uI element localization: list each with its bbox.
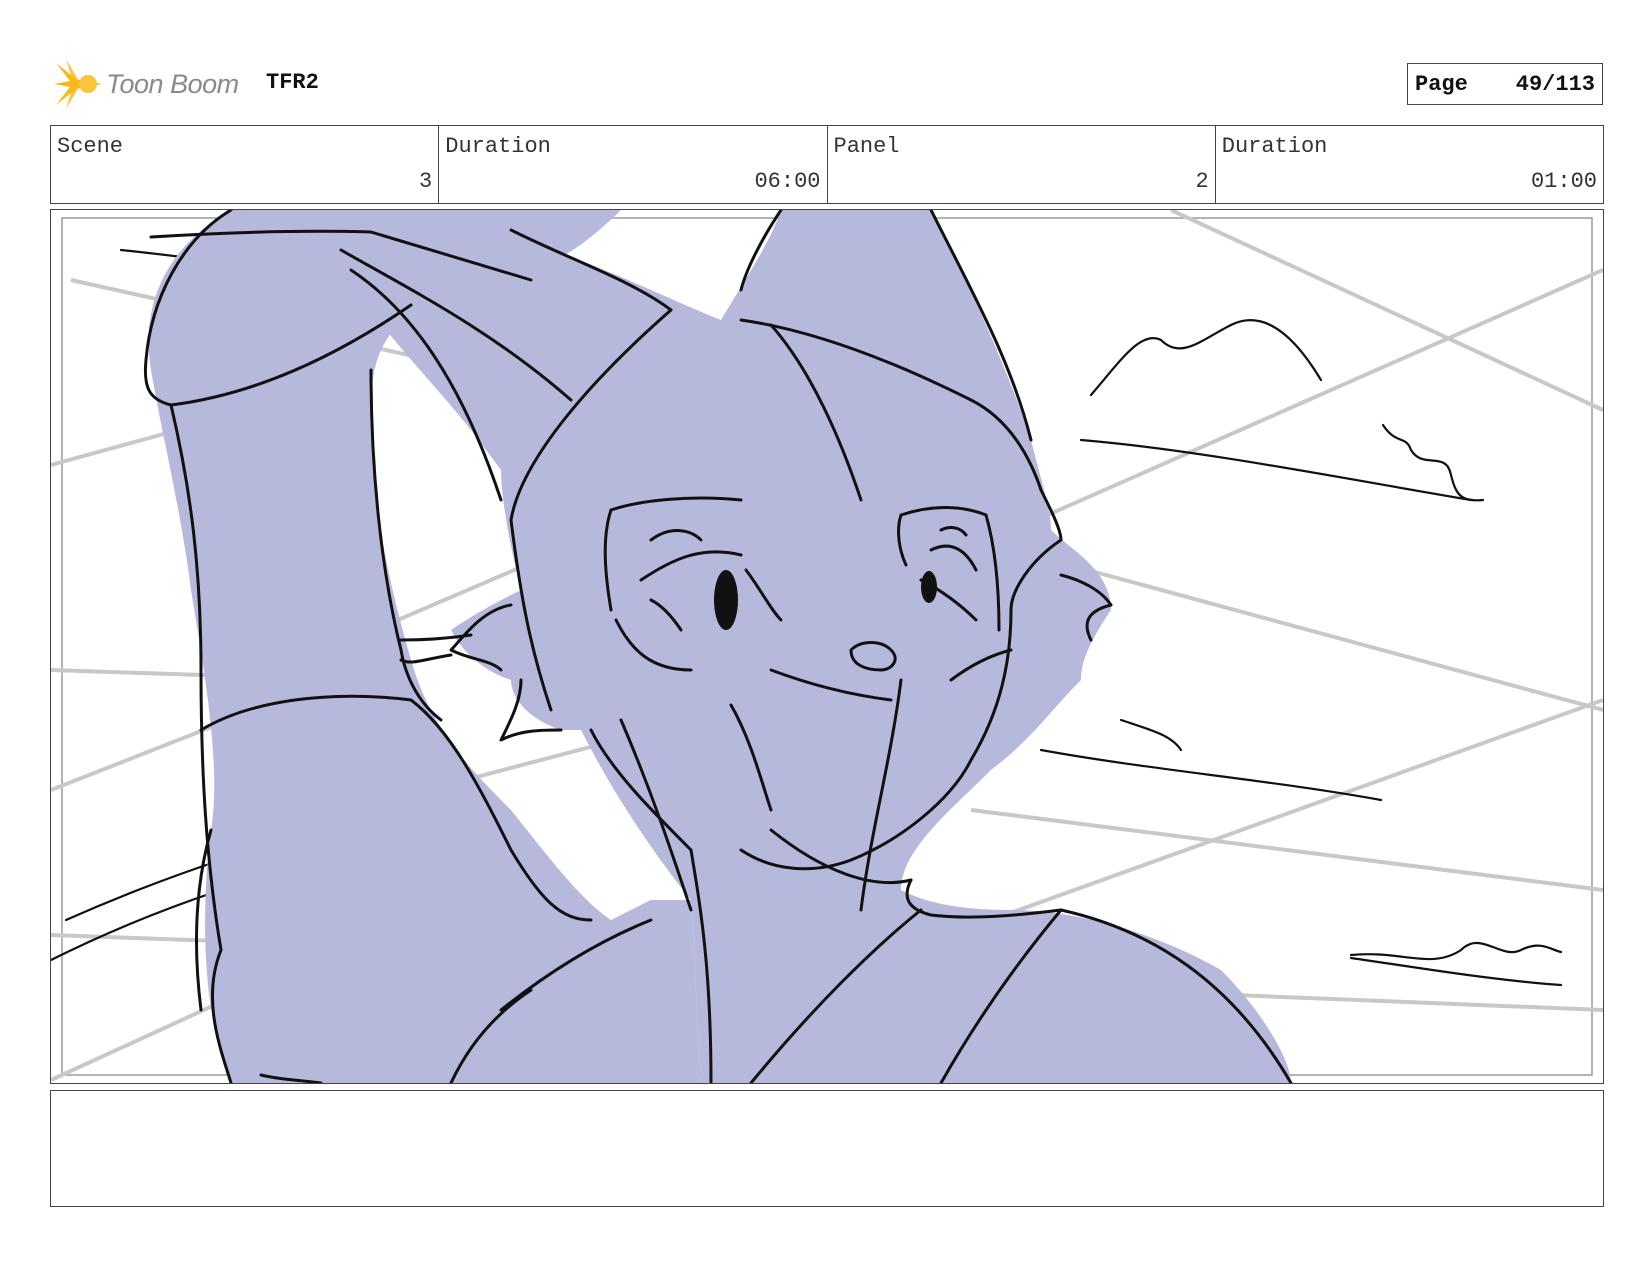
toon-boom-star-icon <box>54 59 102 109</box>
character-fill <box>148 210 1291 1083</box>
scene-duration-cell: Duration 06:00 <box>439 126 828 203</box>
project-title: TFR2 <box>266 70 319 95</box>
page-number: 49/113 <box>1515 71 1595 97</box>
panel-info-table: Scene 3 Duration 06:00 Panel 2 Duration … <box>50 125 1604 204</box>
logo-text: Toon Boom <box>106 68 239 99</box>
panel-notes-box <box>50 1090 1604 1207</box>
panel-cell: Panel 2 <box>828 126 1216 203</box>
scene-cell: Scene 3 <box>51 126 440 203</box>
panel-duration-cell: Duration 01:00 <box>1216 126 1603 203</box>
scene-duration-label: Duration <box>445 134 551 159</box>
scene-duration-value: 06:00 <box>754 169 821 194</box>
page-label: Page <box>1415 71 1468 97</box>
panel-value: 2 <box>1195 169 1209 194</box>
right-pupil <box>921 571 937 603</box>
scene-label: Scene <box>57 134 124 159</box>
panel-duration-label: Duration <box>1221 134 1328 159</box>
page-indicator: Page 49/113 <box>1407 63 1603 105</box>
panel-label: Panel <box>833 134 900 159</box>
toon-boom-logo: Toon Boom <box>52 56 239 112</box>
left-pupil <box>714 570 738 630</box>
storyboard-sketch <box>51 210 1603 1083</box>
panel-duration-value: 01:00 <box>1530 169 1597 194</box>
storyboard-panel-frame <box>50 209 1604 1084</box>
scene-value: 3 <box>419 169 433 194</box>
